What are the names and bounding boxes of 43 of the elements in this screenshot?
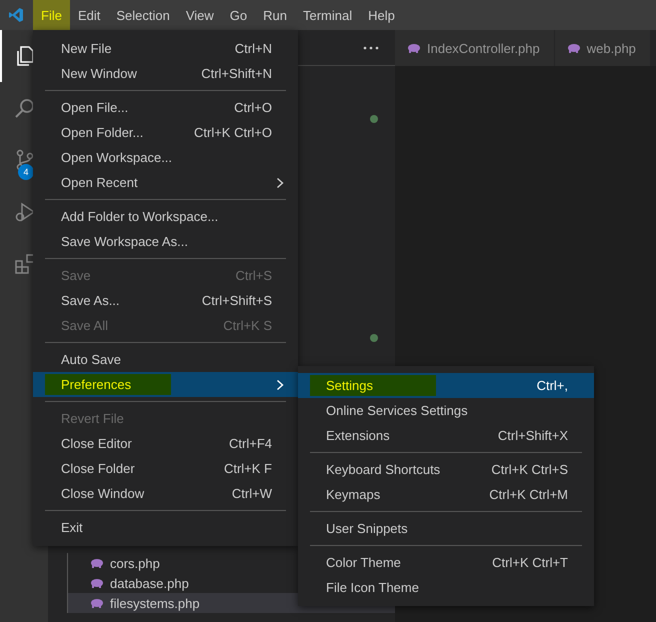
- chevron-right-icon: [276, 378, 284, 390]
- menu-item[interactable]: Auto Save: [33, 347, 298, 372]
- menu-item[interactable]: User Snippets: [298, 516, 594, 541]
- menu-item[interactable]: Extensions Ctrl+Shift+X: [298, 423, 594, 448]
- menubar-entry[interactable]: Run: [255, 0, 295, 30]
- menubar-entry[interactable]: View: [178, 0, 222, 30]
- menubar-entry[interactable]: Go: [222, 0, 256, 30]
- elephant-icon: [90, 598, 104, 608]
- menu-item[interactable]: Close Folder Ctrl+K F: [33, 456, 298, 481]
- menu-item[interactable]: Open Workspace...: [33, 145, 298, 170]
- count-badge: 4: [18, 164, 34, 180]
- menu-item[interactable]: Save As... Ctrl+Shift+S: [33, 288, 298, 313]
- menu-item[interactable]: Settings Ctrl+,: [298, 373, 594, 398]
- menu-item[interactable]: Save Workspace As...: [33, 229, 298, 254]
- menu-item[interactable]: Keymaps Ctrl+K Ctrl+M: [298, 482, 594, 507]
- menu-item[interactable]: Online Services Settings: [298, 398, 594, 423]
- menubar-entry[interactable]: Help: [360, 0, 403, 30]
- editor-tab[interactable]: web.php: [554, 30, 651, 66]
- status-dot-icon: [370, 115, 378, 123]
- menu-item[interactable]: Open Folder... Ctrl+K Ctrl+O: [33, 120, 298, 145]
- menu-item[interactable]: Add Folder to Workspace...: [33, 204, 298, 229]
- status-dot-icon: [370, 334, 378, 342]
- menu-item[interactable]: Preferences: [33, 372, 298, 397]
- menubar-entry[interactable]: Terminal: [295, 0, 360, 30]
- menu-item[interactable]: Exit: [33, 515, 298, 540]
- elephant-icon: [407, 43, 421, 53]
- menu-item[interactable]: Close Window Ctrl+W: [33, 481, 298, 506]
- menubar-entry[interactable]: File: [33, 0, 70, 30]
- menu-item[interactable]: New Window Ctrl+Shift+N: [33, 61, 298, 86]
- menubar-entry[interactable]: Selection: [108, 0, 178, 30]
- elephant-icon: [90, 558, 104, 568]
- editor-tab[interactable]: IndexController.php: [395, 30, 555, 66]
- menu-item[interactable]: Open File... Ctrl+O: [33, 95, 298, 120]
- elephant-icon: [90, 578, 104, 588]
- menubar-entry[interactable]: Edit: [70, 0, 108, 30]
- menu-item[interactable]: Keyboard Shortcuts Ctrl+K Ctrl+S: [298, 457, 594, 482]
- menu-item[interactable]: Open Recent: [33, 170, 298, 195]
- app-logo-icon: [8, 7, 24, 23]
- elephant-icon: [566, 43, 581, 53]
- menu-item[interactable]: Close Editor Ctrl+F4: [33, 431, 298, 456]
- menu-item[interactable]: New File Ctrl+N: [33, 36, 298, 61]
- chevron-right-icon: [276, 176, 284, 188]
- more-actions-icon[interactable]: [363, 46, 379, 50]
